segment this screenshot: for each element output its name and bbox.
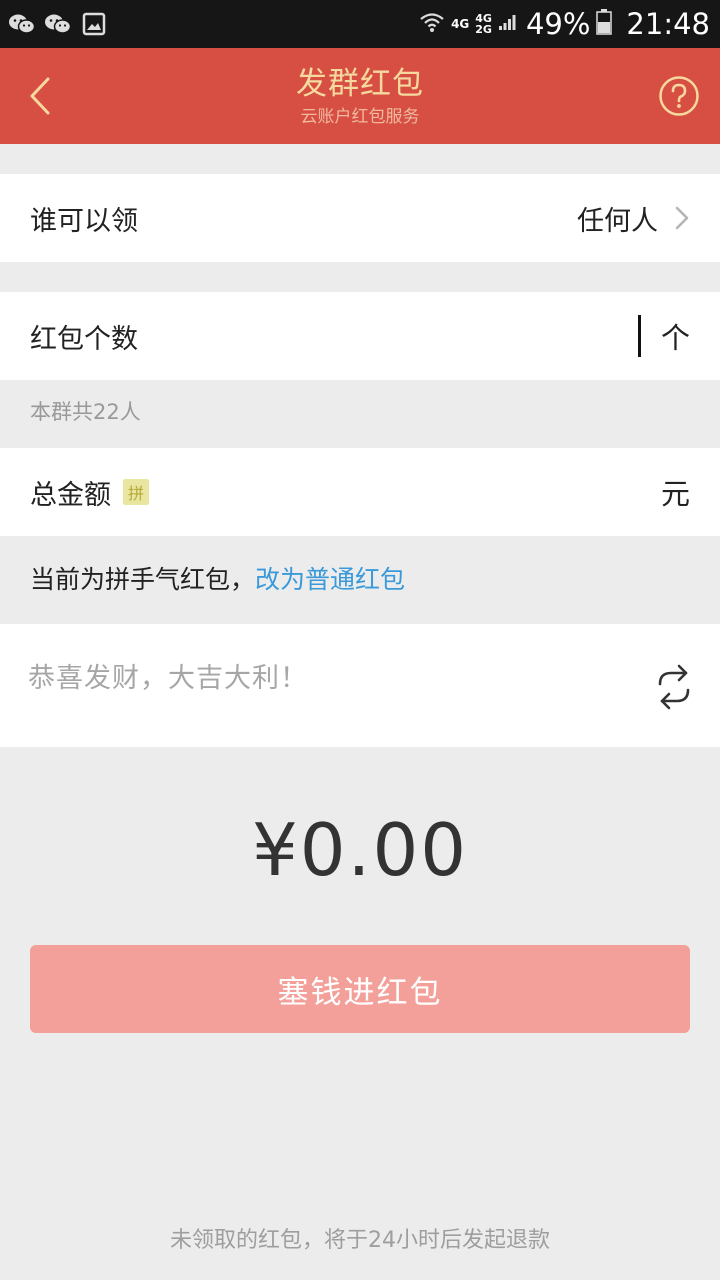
packet-mode-line: 当前为拼手气红包，改为普通红包 (30, 560, 405, 596)
who-can-claim-value: 任何人 (577, 205, 658, 237)
packet-count-input[interactable]: 个 (637, 315, 690, 357)
back-chevron-icon[interactable] (18, 74, 62, 118)
packet-count-row[interactable]: 红包个数 个 (0, 292, 720, 380)
who-can-claim-row[interactable]: 谁可以领 任何人 (0, 174, 720, 262)
who-can-claim-label: 谁可以领 (30, 205, 138, 237)
total-amount-row[interactable]: 总金额 拼 元 (0, 448, 720, 536)
wifi-icon (419, 11, 445, 37)
title-block: 发群红包 云账户红包服务 (296, 64, 424, 128)
network-dual-label: 4G 2G (475, 13, 492, 35)
total-amount-input[interactable]: 元 (661, 471, 690, 513)
signal-icon (498, 13, 516, 35)
put-money-button[interactable]: 塞钱进红包 (30, 945, 690, 1033)
wechat-icon (8, 12, 36, 36)
refresh-icon[interactable] (654, 662, 694, 712)
help-circle-icon[interactable] (658, 75, 700, 117)
wechat-icon (44, 12, 72, 36)
battery-percent: 49% (525, 7, 591, 41)
greeting-field[interactable]: 恭喜发财，大吉大利！ (0, 624, 720, 747)
text-cursor (637, 315, 641, 357)
page-subtitle: 云账户红包服务 (300, 107, 420, 127)
network-4g-label: 4G (451, 17, 470, 31)
battery-icon (596, 9, 613, 39)
status-bar: 4G 4G 2G 49% 21:48 (0, 0, 720, 48)
system-indicators: 4G 4G 2G 49% 21:48 (419, 7, 710, 41)
page-title: 发群红包 (296, 66, 424, 102)
title-bar: 发群红包 云账户红包服务 (0, 48, 720, 144)
total-amount-unit: 元 (660, 477, 690, 511)
image-icon (80, 12, 108, 36)
who-can-claim-selector[interactable]: 任何人 (577, 199, 690, 238)
notification-icons (8, 12, 108, 36)
network-2g-label: 2G (475, 23, 492, 36)
packet-mode-current: 当前为拼手气红包， (30, 565, 256, 594)
group-size-hint: 本群共22人 (30, 400, 141, 424)
chevron-right-icon (675, 206, 689, 230)
amount-display: ¥0.00 (251, 808, 469, 892)
lucky-packet-badge: 拼 (123, 479, 149, 505)
total-amount-label: 总金额 (30, 479, 111, 511)
refund-note: 未领取的红包，将于24小时后发起退款 (170, 1228, 550, 1253)
packet-count-unit: 个 (660, 321, 690, 355)
clock: 21:48 (626, 7, 710, 41)
greeting-input[interactable]: 恭喜发财，大吉大利！ (28, 656, 308, 695)
switch-to-normal-link[interactable]: 改为普通红包 (255, 565, 405, 594)
packet-count-label: 红包个数 (30, 323, 138, 355)
